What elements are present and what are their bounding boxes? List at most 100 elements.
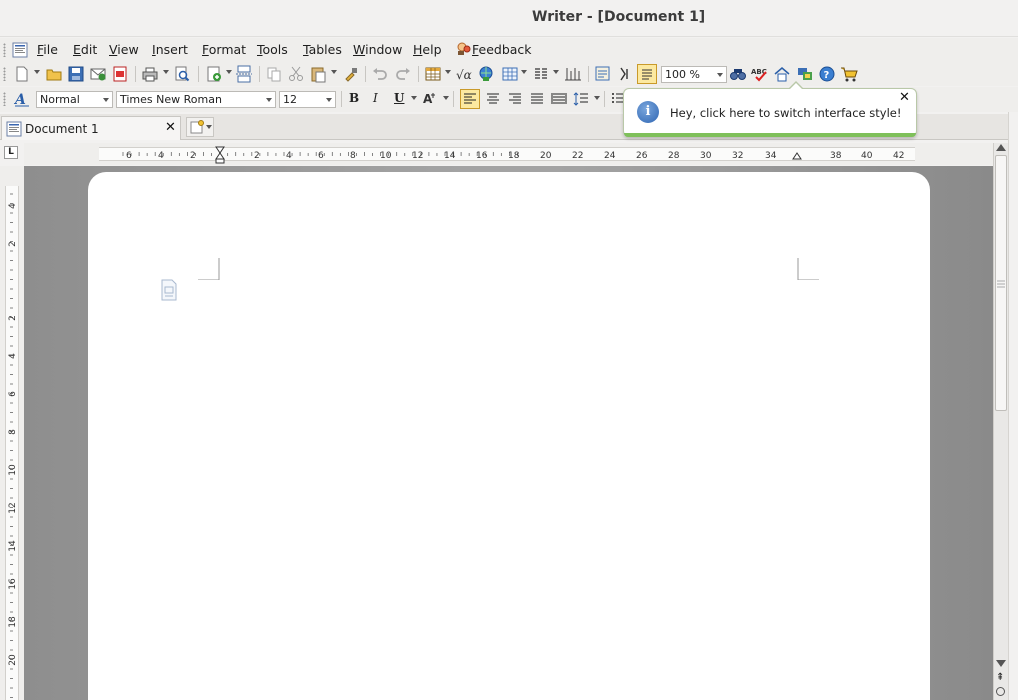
print-preview-icon[interactable]: [173, 65, 191, 83]
justify-icon[interactable]: [528, 90, 546, 108]
close-tooltip-icon[interactable]: ✕: [899, 90, 910, 105]
previous-page-icon[interactable]: ⇞: [996, 673, 1004, 683]
window-title: Writer - [Document 1]: [532, 9, 706, 25]
vertical-ruler[interactable]: 4 2 2 4 6 8 10 12 14 16 18 20: [0, 166, 24, 700]
close-tab-icon[interactable]: ✕: [165, 120, 176, 135]
save-icon[interactable]: [67, 65, 85, 83]
redo-icon[interactable]: [394, 65, 412, 83]
open-folder-icon[interactable]: [45, 65, 63, 83]
export-pdf-icon[interactable]: [111, 65, 129, 83]
formatting-grip-handle[interactable]: [3, 92, 6, 106]
underline-dropdown-arrow[interactable]: [411, 96, 417, 100]
menu-help[interactable]: Help: [413, 42, 442, 57]
font-color-dropdown-arrow[interactable]: [443, 96, 449, 100]
scrollbar-thumb[interactable]: [995, 155, 1007, 411]
navigator-icon[interactable]: [594, 65, 612, 83]
format-painter-icon[interactable]: [342, 65, 360, 83]
paste-dropdown-arrow[interactable]: [331, 70, 337, 74]
tab-document-1[interactable]: Document 1 ✕: [1, 116, 181, 140]
vertical-scrollbar[interactable]: ⇞: [993, 143, 1008, 700]
hyperlink-icon[interactable]: [477, 65, 495, 83]
menu-file[interactable]: File: [37, 42, 58, 57]
toolbar-grip-handle[interactable]: [3, 67, 6, 81]
menu-edit[interactable]: Edit: [73, 42, 97, 57]
copy-icon[interactable]: [265, 65, 283, 83]
menu-tables[interactable]: Tables: [303, 42, 342, 57]
scroll-up-icon[interactable]: [996, 144, 1006, 151]
shopping-cart-icon[interactable]: [840, 65, 858, 83]
insert-table-icon[interactable]: [424, 65, 442, 83]
find-replace-icon[interactable]: [729, 65, 747, 83]
field-icon[interactable]: [616, 65, 634, 83]
table-dropdown-arrow[interactable]: [445, 70, 451, 74]
menu-view[interactable]: View: [109, 42, 139, 57]
cut-icon[interactable]: [287, 65, 305, 83]
menu-format[interactable]: Format: [202, 42, 246, 57]
outline-icon[interactable]: [637, 64, 657, 84]
size-dropdown-arrow[interactable]: [326, 98, 332, 102]
columns-dropdown-arrow[interactable]: [553, 70, 559, 74]
formula-icon[interactable]: √α: [455, 65, 473, 83]
ruler-label: 4: [8, 203, 18, 209]
ruler-label: 14: [444, 151, 456, 161]
vertical-ruler-scale: 4 2 2 4 6 8 10 12 14 16 18 20: [8, 193, 18, 698]
font-dropdown-arrow[interactable]: [266, 98, 272, 102]
paste-icon[interactable]: [309, 65, 327, 83]
print-icon[interactable]: [141, 65, 159, 83]
menu-insert[interactable]: Insert: [152, 42, 188, 57]
font-size-combo[interactable]: 12: [279, 91, 336, 108]
align-center-icon[interactable]: [484, 90, 502, 108]
email-icon[interactable]: [89, 65, 107, 83]
writer-app-icon[interactable]: [12, 42, 28, 58]
navigation-circle-icon[interactable]: [996, 687, 1005, 696]
styles-icon[interactable]: A: [13, 90, 31, 108]
ruler-label: 6: [318, 151, 324, 161]
table-grid-icon[interactable]: [501, 65, 519, 83]
line-spacing-icon[interactable]: [572, 90, 590, 108]
scroll-down-icon[interactable]: [996, 660, 1006, 667]
menubar-grip-handle[interactable]: [3, 43, 6, 57]
right-indent-marker[interactable]: [792, 152, 802, 160]
tab-stops-icon[interactable]: [563, 65, 581, 83]
zoom-combo[interactable]: 100 %: [661, 66, 727, 83]
tooltip-message[interactable]: Hey, click here to switch interface styl…: [670, 106, 901, 120]
menu-window[interactable]: Window: [353, 42, 402, 57]
svg-text:?: ?: [824, 70, 830, 81]
align-right-icon[interactable]: [506, 90, 524, 108]
columns-icon[interactable]: [532, 65, 550, 83]
zoom-dropdown-arrow[interactable]: [717, 73, 723, 77]
style-dropdown-arrow[interactable]: [103, 98, 109, 102]
underline-button[interactable]: U: [394, 91, 404, 105]
page-break-icon[interactable]: [235, 65, 253, 83]
ruler-label: 38: [830, 151, 842, 161]
insert-dropdown-arrow[interactable]: [226, 70, 232, 74]
new-dropdown-arrow[interactable]: [34, 70, 40, 74]
list-icon[interactable]: [611, 90, 623, 108]
line-spacing-dropdown-arrow[interactable]: [594, 96, 600, 100]
indent-marker[interactable]: [215, 146, 225, 164]
bold-button[interactable]: B: [349, 91, 359, 105]
spellcheck-icon[interactable]: ABC: [751, 65, 769, 83]
tab-type-selector[interactable]: L: [4, 146, 18, 159]
new-tab-button[interactable]: [186, 117, 214, 137]
new-document-icon[interactable]: [13, 65, 31, 83]
new-tab-dropdown-arrow[interactable]: [206, 125, 212, 129]
font-color-icon[interactable]: A: [421, 90, 439, 108]
horizontal-ruler[interactable]: 6 4 2 2 4 6 8 10 12 14 16 18 20 22 24 26 28 30 32 34 38 40 42: [24, 143, 994, 165]
grid-dropdown-arrow[interactable]: [521, 70, 527, 74]
print-dropdown-arrow[interactable]: [163, 70, 169, 74]
align-left-icon[interactable]: [460, 89, 480, 109]
ruler-label: 8: [8, 429, 18, 435]
menu-tools[interactable]: Tools: [257, 42, 288, 57]
menu-feedback[interactable]: Feedback: [456, 42, 532, 57]
italic-button[interactable]: I: [373, 91, 378, 105]
help-icon[interactable]: ?: [818, 65, 836, 83]
switch-interface-tooltip[interactable]: i Hey, click here to switch interface st…: [623, 81, 917, 137]
paragraph-style-combo[interactable]: Normal: [36, 91, 113, 108]
document-page[interactable]: [88, 172, 930, 700]
font-name-combo[interactable]: Times New Roman: [116, 91, 276, 108]
distribute-icon[interactable]: [550, 90, 568, 108]
document-canvas[interactable]: [24, 166, 993, 700]
undo-icon[interactable]: [371, 65, 389, 83]
insert-object-icon[interactable]: [205, 65, 223, 83]
